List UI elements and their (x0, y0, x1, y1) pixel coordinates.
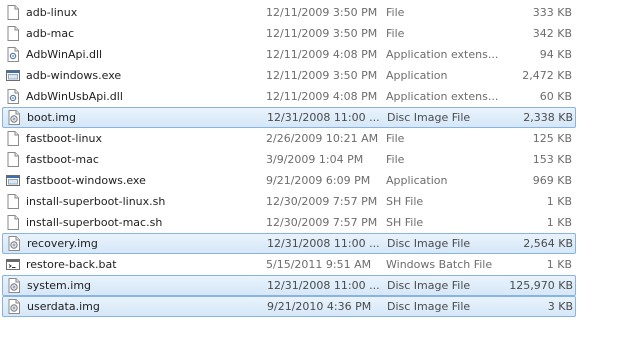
file-type: Disc Image File (387, 279, 471, 292)
file-date-modified: 12/30/2009 7:57 PM (266, 195, 378, 208)
file-date-modified: 9/21/2009 6:09 PM (266, 174, 371, 187)
file-row[interactable]: fastboot-linux 2/26/2009 10:21 AM File 125 … (0, 128, 622, 149)
file-date-modified: 12/30/2009 7:57 PM (266, 216, 378, 229)
file-date-modified: 12/11/2009 3:50 PM (266, 6, 378, 19)
file-name: install-superboot-mac.sh (26, 216, 163, 229)
blank-file-icon (6, 26, 20, 41)
file-date-modified: 2/26/2009 10:21 AM (266, 132, 379, 145)
file-type: File (386, 153, 405, 166)
file-date-modified: 3/9/2009 1:04 PM (266, 153, 364, 166)
disc-image-icon (7, 110, 21, 125)
file-row[interactable]: fastboot-windows.exe 9/21/2009 6:09 PM App… (0, 170, 622, 191)
file-date-modified: 12/31/2008 11:00 ... (267, 111, 380, 124)
file-name: system.img (27, 279, 92, 292)
blank-file-icon (6, 152, 20, 167)
file-size: 2,472 KB (522, 69, 572, 82)
file-row[interactable]: system.img 12/31/2008 11:00 ... Disc Image… (2, 275, 576, 296)
file-name: restore-back.bat (26, 258, 117, 271)
exe-file-icon (6, 68, 20, 83)
file-size: 153 KB (532, 153, 572, 166)
file-row[interactable]: recovery.img 12/31/2008 11:00 ... Disc Ima… (2, 233, 576, 254)
file-size: 969 KB (532, 174, 572, 187)
disc-image-icon (7, 278, 21, 293)
file-date-modified: 5/15/2011 9:51 AM (266, 258, 372, 271)
file-row[interactable]: adb-linux 12/11/2009 3:50 PM File 333 KB (0, 2, 622, 23)
file-row[interactable]: fastboot-mac 3/9/2009 1:04 PM File 153 KB (0, 149, 622, 170)
file-name: install-superboot-linux.sh (26, 195, 166, 208)
file-name: fastboot-linux (26, 132, 102, 145)
exe-file-icon (6, 173, 20, 188)
file-name: AdbWinUsbApi.dll (26, 90, 123, 103)
blank-file-icon (6, 215, 20, 230)
file-type: Application (386, 174, 448, 187)
file-size: 3 KB (547, 300, 573, 313)
file-row[interactable]: boot.img 12/31/2008 11:00 ... Disc Image F… (2, 107, 576, 128)
file-size: 1 KB (546, 258, 572, 271)
file-type: Disc Image File (387, 237, 471, 250)
file-row[interactable]: install-superboot-mac.sh 12/30/2009 7:57 … (0, 212, 622, 233)
blank-file-icon (6, 194, 20, 209)
batch-file-icon (6, 257, 20, 272)
file-name: boot.img (27, 111, 77, 124)
file-date-modified: 12/11/2009 4:08 PM (266, 48, 378, 61)
file-name: userdata.img (27, 300, 100, 313)
file-type: SH File (386, 216, 424, 229)
file-row[interactable]: adb-windows.exe 12/11/2009 3:50 PM Applica… (0, 65, 622, 86)
file-type: File (386, 6, 405, 19)
file-type: Application (386, 69, 448, 82)
file-name: fastboot-windows.exe (26, 174, 146, 187)
disc-image-icon (7, 236, 21, 251)
file-name: fastboot-mac (26, 153, 99, 166)
file-row[interactable]: AdbWinUsbApi.dll 12/11/2009 4:08 PM Applic… (0, 86, 622, 107)
file-row[interactable]: restore-back.bat 5/15/2011 9:51 AM Windows… (0, 254, 622, 275)
file-size: 60 KB (539, 90, 572, 103)
file-size: 125,970 KB (509, 279, 573, 292)
blank-file-icon (6, 5, 20, 20)
dll-file-icon (6, 47, 20, 62)
file-size: 125 KB (532, 132, 572, 145)
file-row[interactable]: install-superboot-linux.sh 12/30/2009 7:5… (0, 191, 622, 212)
file-row[interactable]: userdata.img 9/21/2010 4:36 PM Disc Image … (2, 296, 576, 317)
file-name: adb-linux (26, 6, 78, 19)
file-name: AdbWinApi.dll (26, 48, 103, 61)
file-size: 342 KB (532, 27, 572, 40)
dll-file-icon (6, 89, 20, 104)
file-date-modified: 12/11/2009 4:08 PM (266, 90, 378, 103)
file-size: 1 KB (546, 216, 572, 229)
file-row[interactable]: AdbWinApi.dll 12/11/2009 4:08 PM Applicati… (0, 44, 622, 65)
blank-file-icon (6, 131, 20, 146)
file-date-modified: 9/21/2010 4:36 PM (267, 300, 372, 313)
file-size: 1 KB (546, 195, 572, 208)
file-name: adb-mac (26, 27, 75, 40)
file-type: File (386, 27, 405, 40)
file-name: adb-windows.exe (26, 69, 122, 82)
file-type: SH File (386, 195, 424, 208)
file-type: Windows Batch File (386, 258, 493, 271)
file-type: File (386, 132, 405, 145)
file-date-modified: 12/11/2009 3:50 PM (266, 69, 378, 82)
file-date-modified: 12/31/2008 11:00 ... (267, 279, 380, 292)
file-list: adb-linux 12/11/2009 3:50 PM File 333 KB adb… (0, 2, 622, 317)
disc-image-icon (7, 299, 21, 314)
file-size: 333 KB (532, 6, 572, 19)
file-type: Disc Image File (387, 300, 471, 313)
file-size: 94 KB (539, 48, 572, 61)
file-name: recovery.img (27, 237, 98, 250)
file-date-modified: 12/11/2009 3:50 PM (266, 27, 378, 40)
file-row[interactable]: adb-mac 12/11/2009 3:50 PM File 342 KB (0, 23, 622, 44)
file-size: 2,564 KB (523, 237, 573, 250)
file-date-modified: 12/31/2008 11:00 ... (267, 237, 380, 250)
file-type: Disc Image File (387, 111, 471, 124)
file-size: 2,338 KB (523, 111, 573, 124)
